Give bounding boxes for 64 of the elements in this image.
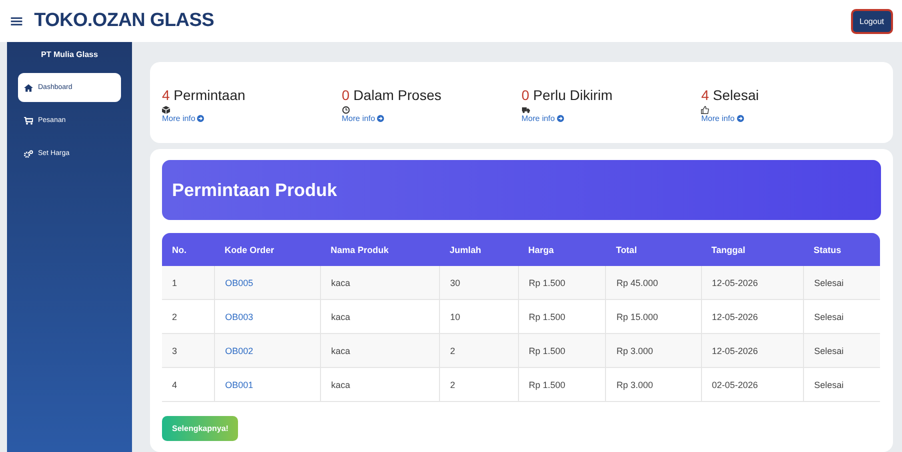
stat-title: 0 Perlu Dikirim bbox=[522, 87, 614, 103]
column-header: Tanggal bbox=[701, 233, 804, 266]
table-cell: Rp 1.500 bbox=[528, 380, 566, 390]
table-cell: Rp 1.500 bbox=[528, 278, 566, 288]
table-cell: Rp 3.000 bbox=[616, 346, 654, 356]
table-cell: kaca bbox=[331, 346, 350, 356]
table-cell: Selesai bbox=[814, 312, 844, 322]
stat-title: 0 Dalam Proses bbox=[342, 87, 442, 103]
table-cell: Rp 1.500 bbox=[528, 346, 566, 356]
company-name: PT Mulia Glass bbox=[40, 50, 99, 59]
more-info-link[interactable]: More info bbox=[162, 114, 204, 123]
panel-title: Permintaan Produk bbox=[172, 180, 338, 200]
table-cell: Rp 3.000 bbox=[616, 380, 654, 390]
table-cell: Rp 15.000 bbox=[616, 312, 658, 322]
column-header: Total bbox=[606, 233, 702, 266]
table-cell: 30 bbox=[450, 278, 460, 288]
table-cell: kaca bbox=[331, 380, 350, 390]
arrow-circle-icon bbox=[377, 115, 384, 122]
more-info-link[interactable]: More info bbox=[701, 114, 744, 123]
table-cell: Rp 45.000 bbox=[616, 278, 658, 288]
arrow-circle-icon bbox=[736, 115, 744, 122]
logout-button[interactable]: Logout bbox=[850, 8, 893, 34]
table-cell: 2 bbox=[172, 312, 178, 322]
table-cell: Selesai bbox=[814, 278, 844, 288]
thumbs-up-icon bbox=[701, 106, 710, 114]
table-cell: 12-05-2026 bbox=[712, 312, 758, 322]
gears-icon bbox=[24, 150, 33, 158]
table-cell: 2 bbox=[450, 346, 456, 356]
table-cell: 10 bbox=[450, 312, 460, 322]
table-cell: Rp 1.500 bbox=[528, 312, 566, 322]
table-cell: 3 bbox=[172, 346, 178, 356]
table-cell: 2 bbox=[450, 380, 456, 390]
column-header: Jumlah bbox=[440, 233, 518, 266]
table-cell: 4 bbox=[172, 380, 178, 390]
menu-icon[interactable]: ≡ bbox=[9, 10, 24, 32]
order-code-link[interactable]: OB001 bbox=[225, 380, 254, 390]
column-header: Status bbox=[804, 233, 880, 266]
home-icon bbox=[24, 84, 33, 92]
table-cell: kaca bbox=[331, 278, 350, 288]
stat-title: 4 Selesai bbox=[701, 87, 760, 103]
arrow-circle-icon bbox=[556, 115, 564, 122]
more-info-link[interactable]: More info bbox=[522, 114, 564, 123]
cart-icon bbox=[24, 116, 33, 124]
more-info-link[interactable]: More info bbox=[342, 114, 384, 123]
stat-title: 4 Permintaan bbox=[162, 87, 246, 103]
order-code-link[interactable]: OB005 bbox=[225, 278, 254, 288]
clock-icon bbox=[342, 106, 350, 114]
table-cell: Selesai bbox=[814, 346, 844, 356]
order-code-link[interactable]: OB002 bbox=[225, 346, 254, 356]
order-code-link[interactable]: OB003 bbox=[225, 312, 254, 322]
arrow-circle-icon bbox=[197, 115, 204, 122]
table-cell: Selesai bbox=[814, 380, 844, 390]
table-cell: 1 bbox=[172, 278, 178, 288]
column-header: Harga bbox=[518, 233, 606, 266]
truck-icon bbox=[522, 106, 530, 114]
brand-title: TOKO.OZAN GLASS bbox=[34, 10, 214, 32]
table-cell: kaca bbox=[331, 312, 350, 322]
box-icon bbox=[162, 106, 170, 114]
column-header: No. bbox=[162, 233, 215, 266]
table-cell: 12-05-2026 bbox=[712, 346, 758, 356]
table-cell: 12-05-2026 bbox=[712, 278, 758, 288]
table-cell: 02-05-2026 bbox=[712, 380, 758, 390]
column-header: Nama Produk bbox=[320, 233, 440, 266]
column-header: Kode Order bbox=[214, 233, 321, 266]
